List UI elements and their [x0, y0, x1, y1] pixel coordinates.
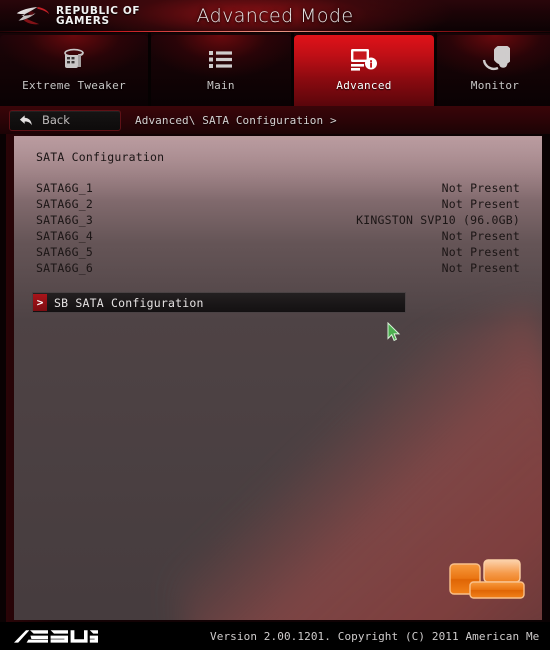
asus-logo-icon: [14, 629, 98, 643]
back-arrow-icon: [19, 114, 32, 125]
port-value: Not Present: [441, 261, 520, 275]
table-row: SATA6G_5 Not Present: [36, 245, 524, 261]
tab-advanced[interactable]: Advanced: [294, 35, 434, 106]
port-value: KINGSTON SVP10 (96.0GB): [356, 213, 520, 227]
chevron-right-icon: >: [33, 294, 47, 311]
table-row: SATA6G_2 Not Present: [36, 197, 524, 213]
bios-advanced-mode-screen: REPUBLIC OF GAMERS Advanced Mode Extreme…: [0, 0, 550, 650]
content-panel: SATA Configuration SATA6G_1 Not Present …: [14, 136, 542, 620]
port-name: SATA6G_5: [36, 245, 93, 259]
port-value: Not Present: [441, 181, 520, 195]
content-panel-frame: SATA Configuration SATA6G_1 Not Present …: [6, 134, 544, 622]
mouse-pointer-icon: [387, 322, 401, 342]
port-value: Not Present: [441, 245, 520, 259]
port-value: Not Present: [441, 229, 520, 243]
brand-line-2: GAMERS: [56, 15, 110, 27]
app-header: REPUBLIC OF GAMERS Advanced Mode: [0, 0, 550, 32]
uefi-orange-mark: [449, 559, 525, 599]
port-name: SATA6G_6: [36, 261, 93, 275]
tab-label-main: Main: [207, 79, 235, 92]
gauge-thermometer-icon: [480, 45, 510, 73]
version-copyright-text: Version 2.00.1201. Copyright (C) 2011 Am…: [210, 629, 540, 643]
tab-extreme-tweaker[interactable]: Extreme Tweaker: [0, 35, 148, 106]
port-name: SATA6G_2: [36, 197, 93, 211]
rog-brand-text: REPUBLIC OF GAMERS: [56, 5, 140, 27]
table-row: SATA6G_6 Not Present: [36, 261, 524, 277]
navigation-bar: Back Advanced\ SATA Configuration >: [0, 106, 550, 134]
port-value: Not Present: [441, 197, 520, 211]
back-button[interactable]: Back: [9, 109, 121, 131]
tab-label-extreme-tweaker: Extreme Tweaker: [22, 79, 126, 92]
tab-main[interactable]: Main: [151, 35, 291, 106]
back-button-label: Back: [42, 113, 70, 127]
section-title: SATA Configuration: [36, 150, 165, 164]
port-name: SATA6G_1: [36, 181, 93, 195]
port-name: SATA6G_3: [36, 213, 93, 227]
breadcrumb: Advanced\ SATA Configuration >: [135, 113, 337, 127]
tab-label-advanced: Advanced: [336, 79, 392, 92]
tab-label-monitor: Monitor: [470, 79, 520, 92]
list-icon: [208, 45, 234, 73]
table-row: SATA6G_4 Not Present: [36, 229, 524, 245]
tweaker-dial-icon: [59, 45, 89, 73]
submenu-sb-sata-configuration[interactable]: > SB SATA Configuration: [32, 292, 406, 313]
monitor-info-icon: [349, 45, 379, 73]
tab-monitor[interactable]: Monitor: [437, 35, 550, 106]
port-name: SATA6G_4: [36, 229, 93, 243]
rog-eye-icon: [16, 7, 50, 25]
table-row: SATA6G_3 KINGSTON SVP10 (96.0GB): [36, 213, 524, 229]
rog-brand-logo: REPUBLIC OF GAMERS: [14, 3, 164, 29]
main-tab-bar: Extreme Tweaker Main Advanced Monitor: [0, 33, 550, 106]
settings-list: SATA Configuration SATA6G_1 Not Present …: [14, 136, 542, 313]
submenu-label: SB SATA Configuration: [54, 295, 204, 310]
app-footer: Version 2.00.1201. Copyright (C) 2011 Am…: [0, 622, 550, 650]
table-row: SATA6G_1 Not Present: [36, 181, 524, 197]
